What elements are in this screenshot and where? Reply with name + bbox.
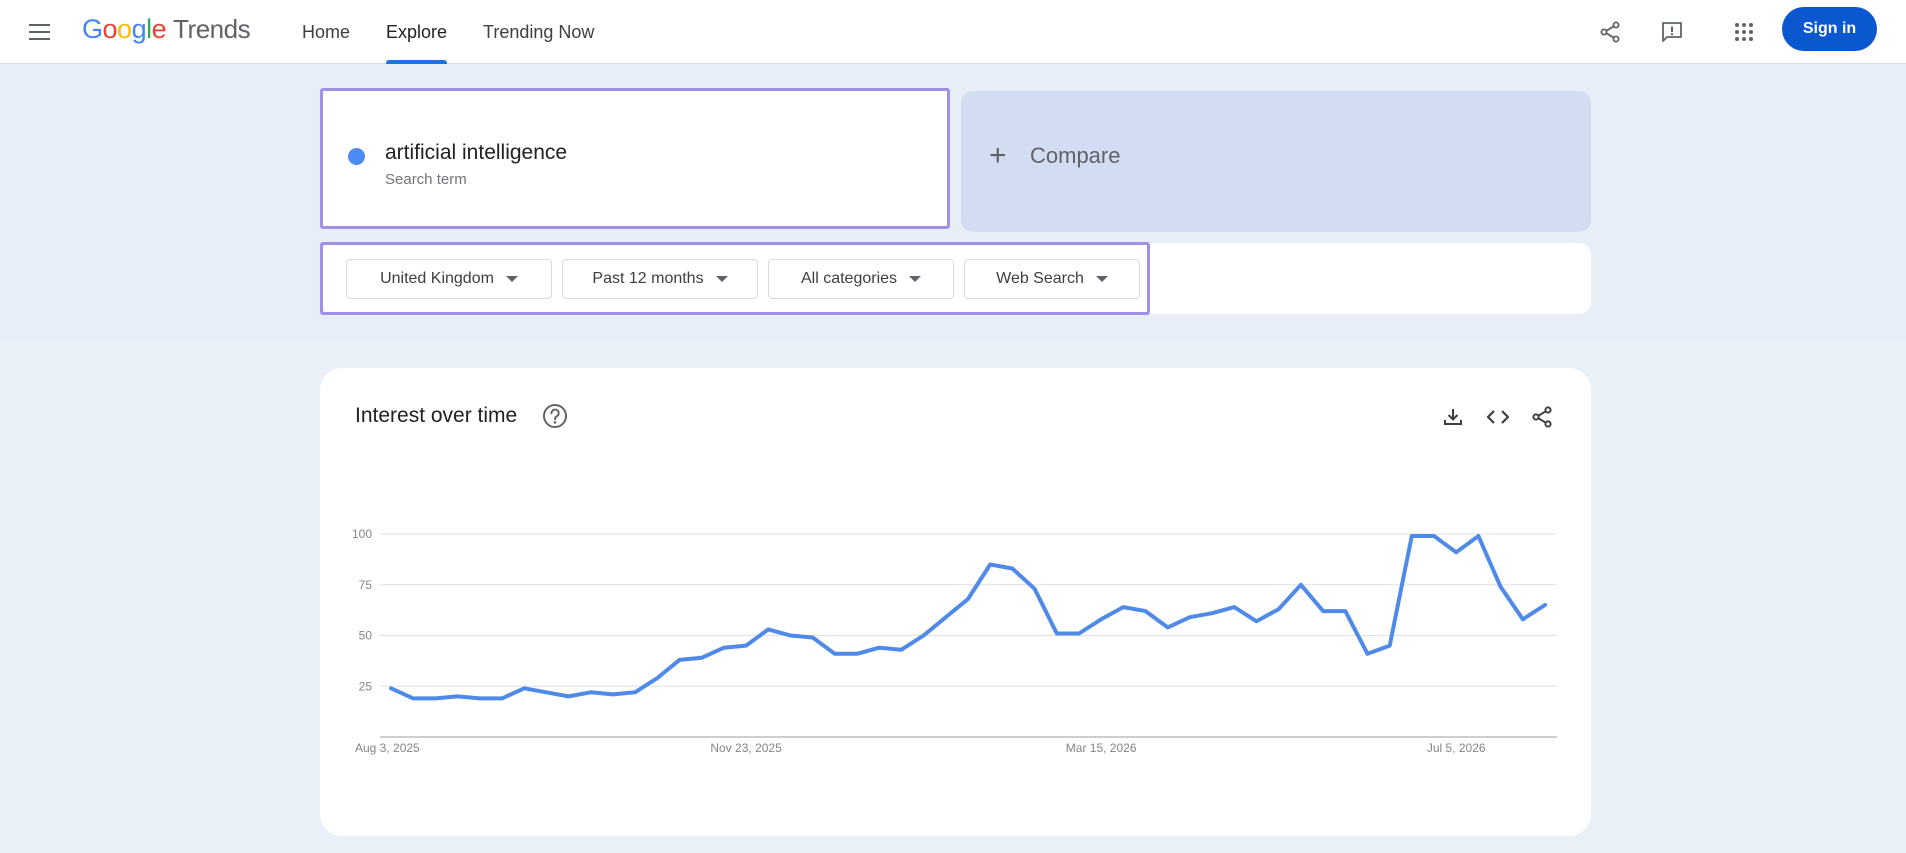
y-tick-label: 50 xyxy=(359,629,373,643)
nav-trending-now[interactable]: Trending Now xyxy=(471,0,606,64)
nav-trending-now-label: Trending Now xyxy=(483,21,595,42)
x-tick-label: Aug 3, 2025 xyxy=(355,741,420,755)
main-menu-button[interactable] xyxy=(24,17,54,47)
nav-explore-label: Explore xyxy=(386,21,448,42)
search-term-subtitle: Search term xyxy=(385,171,467,188)
category-filter-label: All categories xyxy=(800,270,898,287)
share-icon xyxy=(1600,21,1620,43)
sign-in-button[interactable]: Sign in xyxy=(1782,7,1877,51)
x-tick-label: Nov 23, 2025 xyxy=(710,741,782,755)
y-tick-label: 25 xyxy=(359,679,373,693)
hamburger-line xyxy=(28,24,50,26)
hamburger-line xyxy=(28,38,50,40)
series-line xyxy=(389,534,1547,701)
y-tick-label: 75 xyxy=(359,578,373,592)
x-tick-label: Mar 15, 2026 xyxy=(1066,741,1137,755)
logo-letter: e xyxy=(151,14,167,44)
region-filter[interactable]: United Kingdom xyxy=(346,259,552,299)
compare-button[interactable]: + Compare xyxy=(961,91,1591,232)
feedback-icon xyxy=(1662,22,1682,42)
category-filter[interactable]: All categories xyxy=(768,259,954,299)
nav-home[interactable]: Home xyxy=(290,0,362,64)
apps-button[interactable] xyxy=(1726,14,1762,50)
dropdown-arrow-icon xyxy=(505,276,518,282)
search-term-text[interactable]: artificial intelligence xyxy=(385,141,567,165)
top-app-bar: Google Trends Home Explore Trending Now … xyxy=(0,0,1906,64)
share-button[interactable] xyxy=(1592,14,1628,50)
region-filter-label: United Kingdom xyxy=(380,270,494,287)
interest-line-chart[interactable]: 25 50 75 100 Aug 3, 2025 Nov 23, 2025 Mar 15, … xyxy=(320,368,1591,836)
dropdown-arrow-icon xyxy=(909,276,922,282)
dropdown-arrow-icon xyxy=(1095,276,1108,282)
google-wordmark: Google xyxy=(82,14,167,45)
hamburger-line xyxy=(28,31,50,33)
logo-letter: o xyxy=(102,14,118,44)
nav-home-label: Home xyxy=(302,21,351,42)
x-tick-label: Jul 5, 2026 xyxy=(1427,741,1486,755)
logo-letter: G xyxy=(82,14,103,44)
trends-wordmark: Trends xyxy=(173,14,251,44)
google-trends-logo[interactable]: Google Trends xyxy=(82,14,251,45)
search-type-filter-label: Web Search xyxy=(996,270,1084,287)
search-term-card[interactable]: artificial intelligence Search term xyxy=(320,88,950,229)
logo-letter: g xyxy=(131,14,147,44)
interest-over-time-card: Interest over time 25 50 75 100 Aug 3, 2025 N… xyxy=(320,368,1591,836)
time-range-filter[interactable]: Past 12 months xyxy=(562,259,758,299)
time-range-filter-label: Past 12 months xyxy=(592,270,704,287)
logo-letter: o xyxy=(117,14,132,44)
feedback-button[interactable] xyxy=(1654,14,1690,50)
nav-explore[interactable]: Explore xyxy=(374,0,459,64)
term-color-dot xyxy=(348,148,365,165)
search-type-filter[interactable]: Web Search xyxy=(964,259,1140,299)
plus-icon: + xyxy=(989,139,1007,172)
apps-grid-icon xyxy=(1735,23,1753,41)
compare-label: Compare xyxy=(1030,143,1121,168)
y-tick-label: 100 xyxy=(352,527,372,541)
main-nav: Home Explore Trending Now xyxy=(290,0,618,64)
dropdown-arrow-icon xyxy=(715,276,728,282)
